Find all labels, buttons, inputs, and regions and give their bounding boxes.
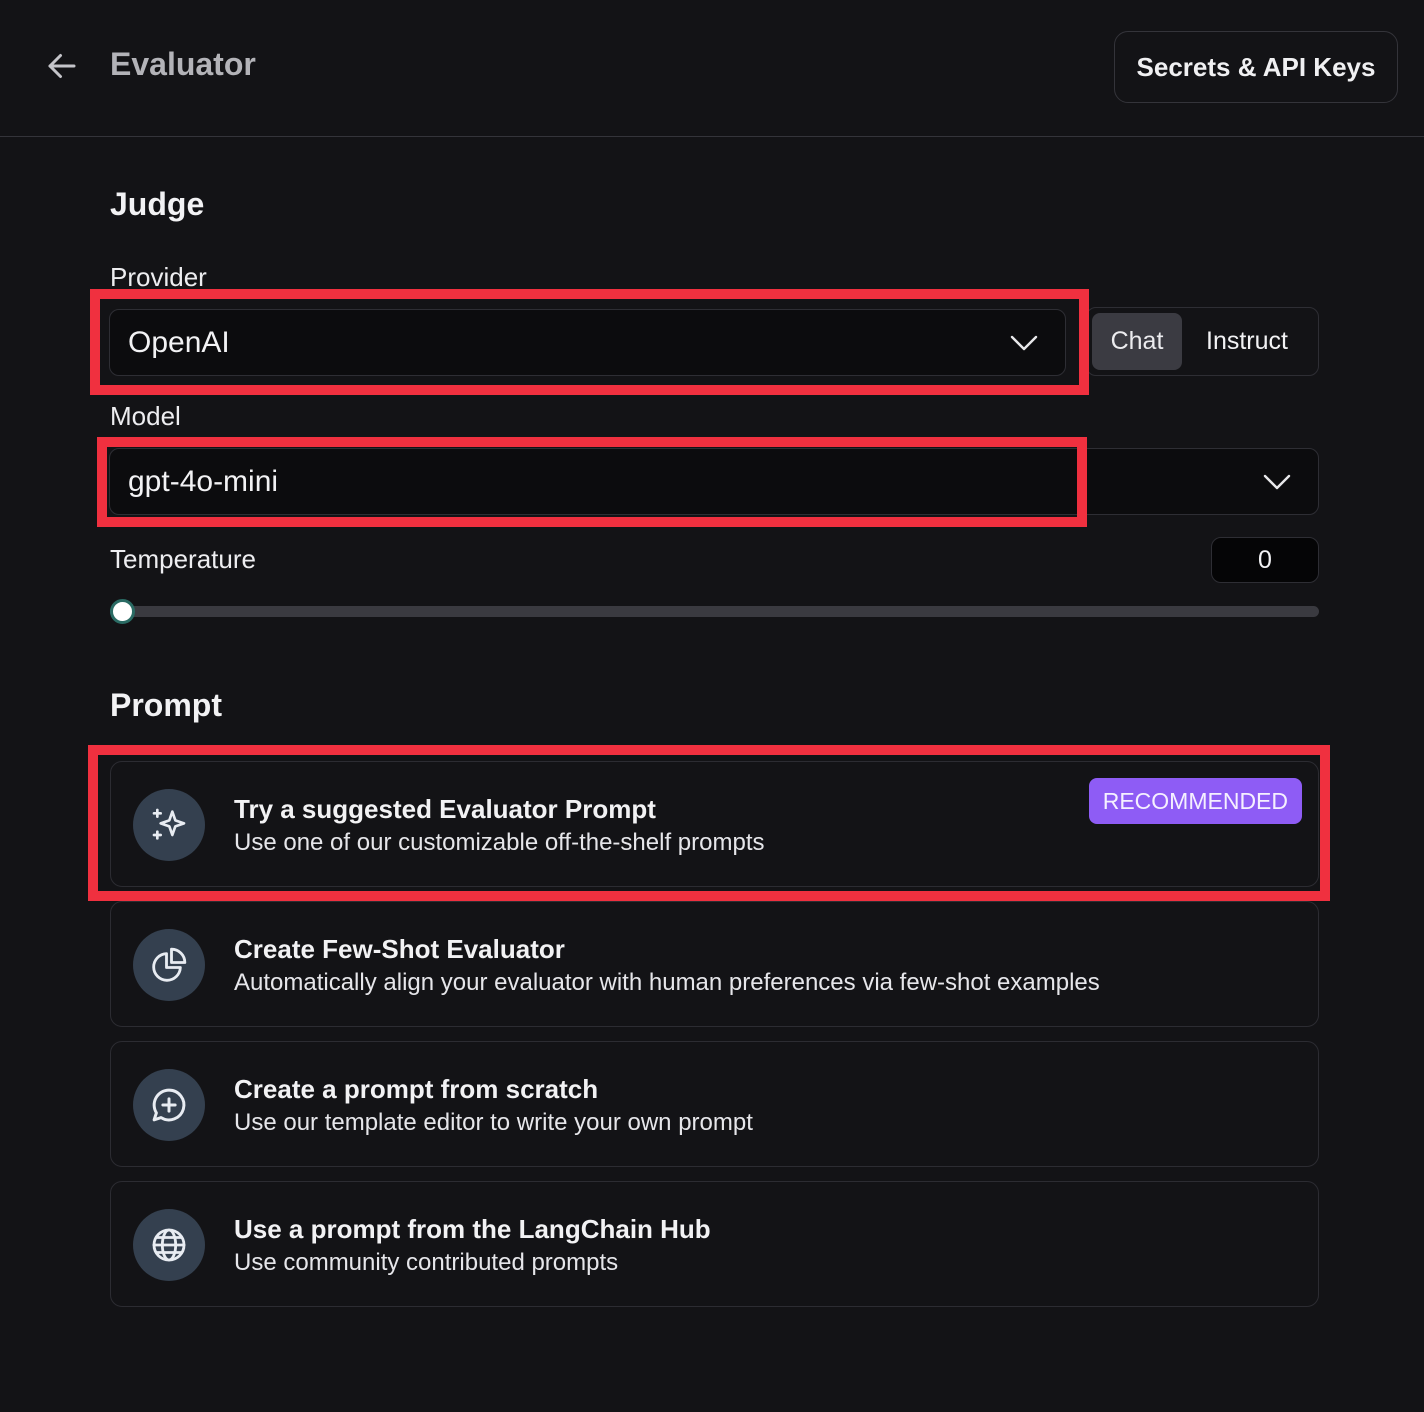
slider-thumb[interactable] [110, 599, 135, 624]
chevron-down-icon [1010, 335, 1038, 350]
option-description: Use our template editor to write your ow… [234, 1109, 753, 1136]
provider-label: Provider [110, 262, 207, 292]
message-plus-icon [133, 1069, 205, 1141]
langchain-hub-option[interactable]: Use a prompt from the LangChain Hub Use … [110, 1181, 1319, 1307]
page-header: Evaluator Secrets & API Keys [0, 0, 1424, 137]
option-description: Use one of our customizable off-the-shel… [234, 829, 765, 856]
pie-chart-icon [133, 929, 205, 1001]
model-value: gpt-4o-mini [128, 464, 279, 498]
secrets-api-keys-button[interactable]: Secrets & API Keys [1114, 31, 1398, 103]
option-description: Automatically align your evaluator with … [234, 969, 1100, 996]
model-select[interactable]: gpt-4o-mini [109, 448, 1319, 515]
back-button[interactable] [40, 44, 84, 88]
temperature-input[interactable]: 0 [1211, 537, 1319, 583]
temperature-slider[interactable] [110, 599, 1319, 624]
provider-value: OpenAI [128, 325, 230, 359]
provider-select[interactable]: OpenAI [109, 309, 1066, 376]
mode-chat-button[interactable]: Chat [1092, 313, 1182, 370]
option-title: Create a prompt from scratch [234, 1074, 599, 1104]
suggested-prompt-option[interactable]: Try a suggested Evaluator Prompt Use one… [110, 761, 1319, 887]
sparkles-icon [133, 789, 205, 861]
page-title: Evaluator [110, 46, 256, 82]
judge-section-title: Judge [110, 186, 205, 222]
arrow-left-icon [48, 54, 76, 78]
mode-instruct-button[interactable]: Instruct [1182, 313, 1312, 370]
option-title: Use a prompt from the LangChain Hub [234, 1214, 711, 1244]
temperature-label: Temperature [110, 544, 256, 574]
recommended-badge: RECOMMENDED [1088, 778, 1302, 824]
globe-icon [133, 1209, 205, 1281]
prompt-section-title: Prompt [110, 687, 222, 723]
provider-mode-toggle: Chat Instruct [1086, 307, 1319, 376]
chevron-down-icon [1263, 474, 1291, 489]
option-title: Create Few-Shot Evaluator [234, 934, 565, 964]
option-description: Use community contributed prompts [234, 1249, 619, 1276]
model-label: Model [110, 401, 181, 431]
prompt-from-scratch-option[interactable]: Create a prompt from scratch Use our tem… [110, 1041, 1319, 1167]
option-title: Try a suggested Evaluator Prompt [234, 794, 656, 824]
few-shot-evaluator-option[interactable]: Create Few-Shot Evaluator Automatically … [110, 901, 1319, 1027]
